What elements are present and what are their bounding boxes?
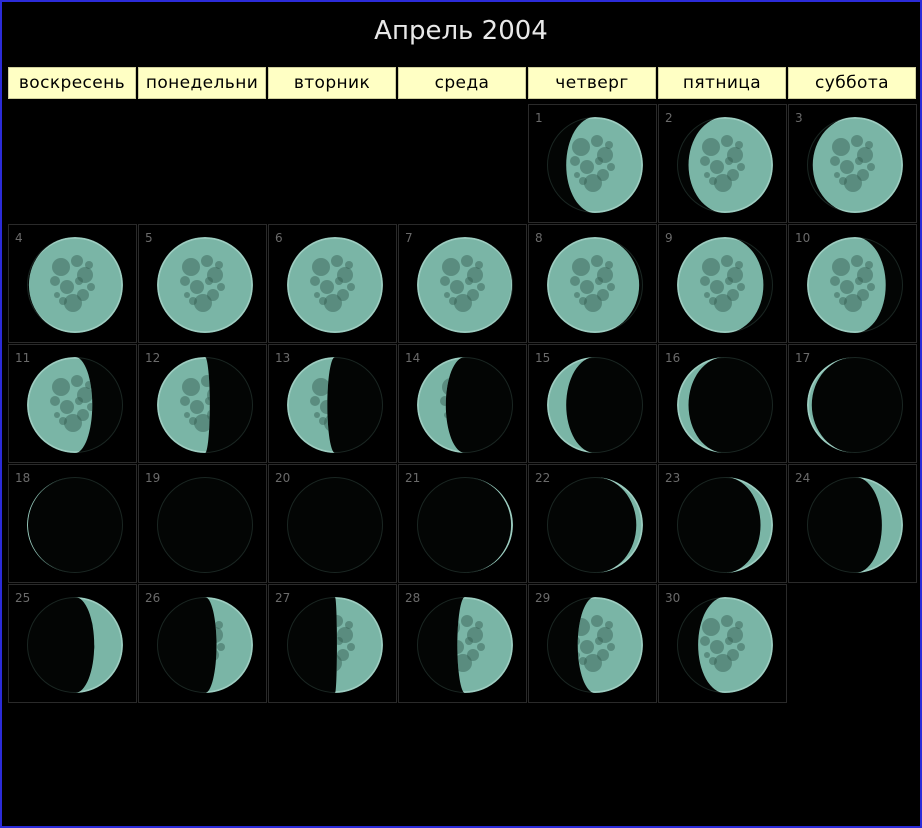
day-cell: 22	[528, 464, 657, 583]
moon-phase-icon	[287, 597, 383, 693]
moon-phase-icon	[547, 237, 643, 333]
day-cell: 14	[398, 344, 527, 463]
moon-phase-icon	[287, 477, 383, 573]
day-number: 1	[535, 111, 543, 125]
day-cell: 28	[398, 584, 527, 703]
moon-phase-icon	[807, 237, 903, 333]
day-cell: 29	[528, 584, 657, 703]
moon-phase-icon	[547, 357, 643, 453]
moon-phase-icon	[287, 237, 383, 333]
moon-phase-icon	[677, 597, 773, 693]
day-cell: 16	[658, 344, 787, 463]
day-number: 5	[145, 231, 153, 245]
moon-phase-icon	[157, 357, 253, 453]
moon-phase-icon	[417, 477, 513, 573]
moon-phase-icon	[807, 477, 903, 573]
day-cell: 4	[8, 224, 137, 343]
weekday-sunday: воскресень	[8, 67, 136, 99]
day-cell: 24	[788, 464, 917, 583]
day-cell: 8	[528, 224, 657, 343]
moon-phase-icon	[417, 237, 513, 333]
day-cell: 9	[658, 224, 787, 343]
weekday-tuesday: вторник	[268, 67, 396, 99]
day-cell: 2	[658, 104, 787, 223]
calendar-grid: 1 2 3 4 5 6 7 8 9 10 11 12 13 14 15 16 17 18 19 20 21 22 23 24 2…	[8, 104, 918, 704]
moon-phase-icon	[157, 237, 253, 333]
moon-phase-icon	[547, 597, 643, 693]
day-cell: 20	[268, 464, 397, 583]
day-number: 4	[15, 231, 23, 245]
day-cell: 12	[138, 344, 267, 463]
calendar-frame: Апрель 2004 воскресень понедельни вторни…	[0, 0, 922, 828]
day-cell: 27	[268, 584, 397, 703]
day-cell: 1	[528, 104, 657, 223]
day-cell: 13	[268, 344, 397, 463]
empty-cell	[268, 104, 397, 223]
moon-phase-icon	[547, 117, 643, 213]
moon-phase-icon	[677, 117, 773, 213]
moon-phase-icon	[807, 117, 903, 213]
moon-phase-icon	[547, 477, 643, 573]
day-cell: 10	[788, 224, 917, 343]
day-cell: 21	[398, 464, 527, 583]
day-cell: 6	[268, 224, 397, 343]
weekday-saturday: суббота	[788, 67, 916, 99]
moon-phase-icon	[417, 597, 513, 693]
weekday-friday: пятница	[658, 67, 786, 99]
day-number: 6	[275, 231, 283, 245]
day-number: 9	[665, 231, 673, 245]
day-cell: 19	[138, 464, 267, 583]
empty-cell	[398, 104, 527, 223]
moon-phase-icon	[807, 357, 903, 453]
moon-phase-icon	[27, 357, 123, 453]
day-cell: 11	[8, 344, 137, 463]
day-cell: 3	[788, 104, 917, 223]
day-number: 8	[535, 231, 543, 245]
day-cell: 26	[138, 584, 267, 703]
empty-cell	[138, 104, 267, 223]
day-cell: 15	[528, 344, 657, 463]
day-cell: 18	[8, 464, 137, 583]
day-number: 7	[405, 231, 413, 245]
weekday-header: воскресень понедельни вторник среда четв…	[8, 67, 918, 99]
moon-phase-icon	[157, 477, 253, 573]
calendar-title: Апрель 2004	[374, 16, 548, 46]
weekday-monday: понедельни	[138, 67, 266, 99]
moon-phase-icon	[677, 477, 773, 573]
day-number: 2	[665, 111, 673, 125]
moon-phase-icon	[677, 237, 773, 333]
day-cell: 25	[8, 584, 137, 703]
day-cell: 30	[658, 584, 787, 703]
moon-phase-icon	[157, 597, 253, 693]
empty-cell	[8, 104, 137, 223]
day-cell: 23	[658, 464, 787, 583]
moon-phase-icon	[27, 237, 123, 333]
moon-phase-icon	[27, 477, 123, 573]
day-cell: 17	[788, 344, 917, 463]
day-cell: 5	[138, 224, 267, 343]
day-cell: 7	[398, 224, 527, 343]
weekday-wednesday: среда	[398, 67, 526, 99]
moon-phase-icon	[27, 597, 123, 693]
moon-phase-icon	[417, 357, 513, 453]
weekday-thursday: четверг	[528, 67, 656, 99]
moon-phase-icon	[287, 357, 383, 453]
day-number: 3	[795, 111, 803, 125]
moon-phase-icon	[677, 357, 773, 453]
